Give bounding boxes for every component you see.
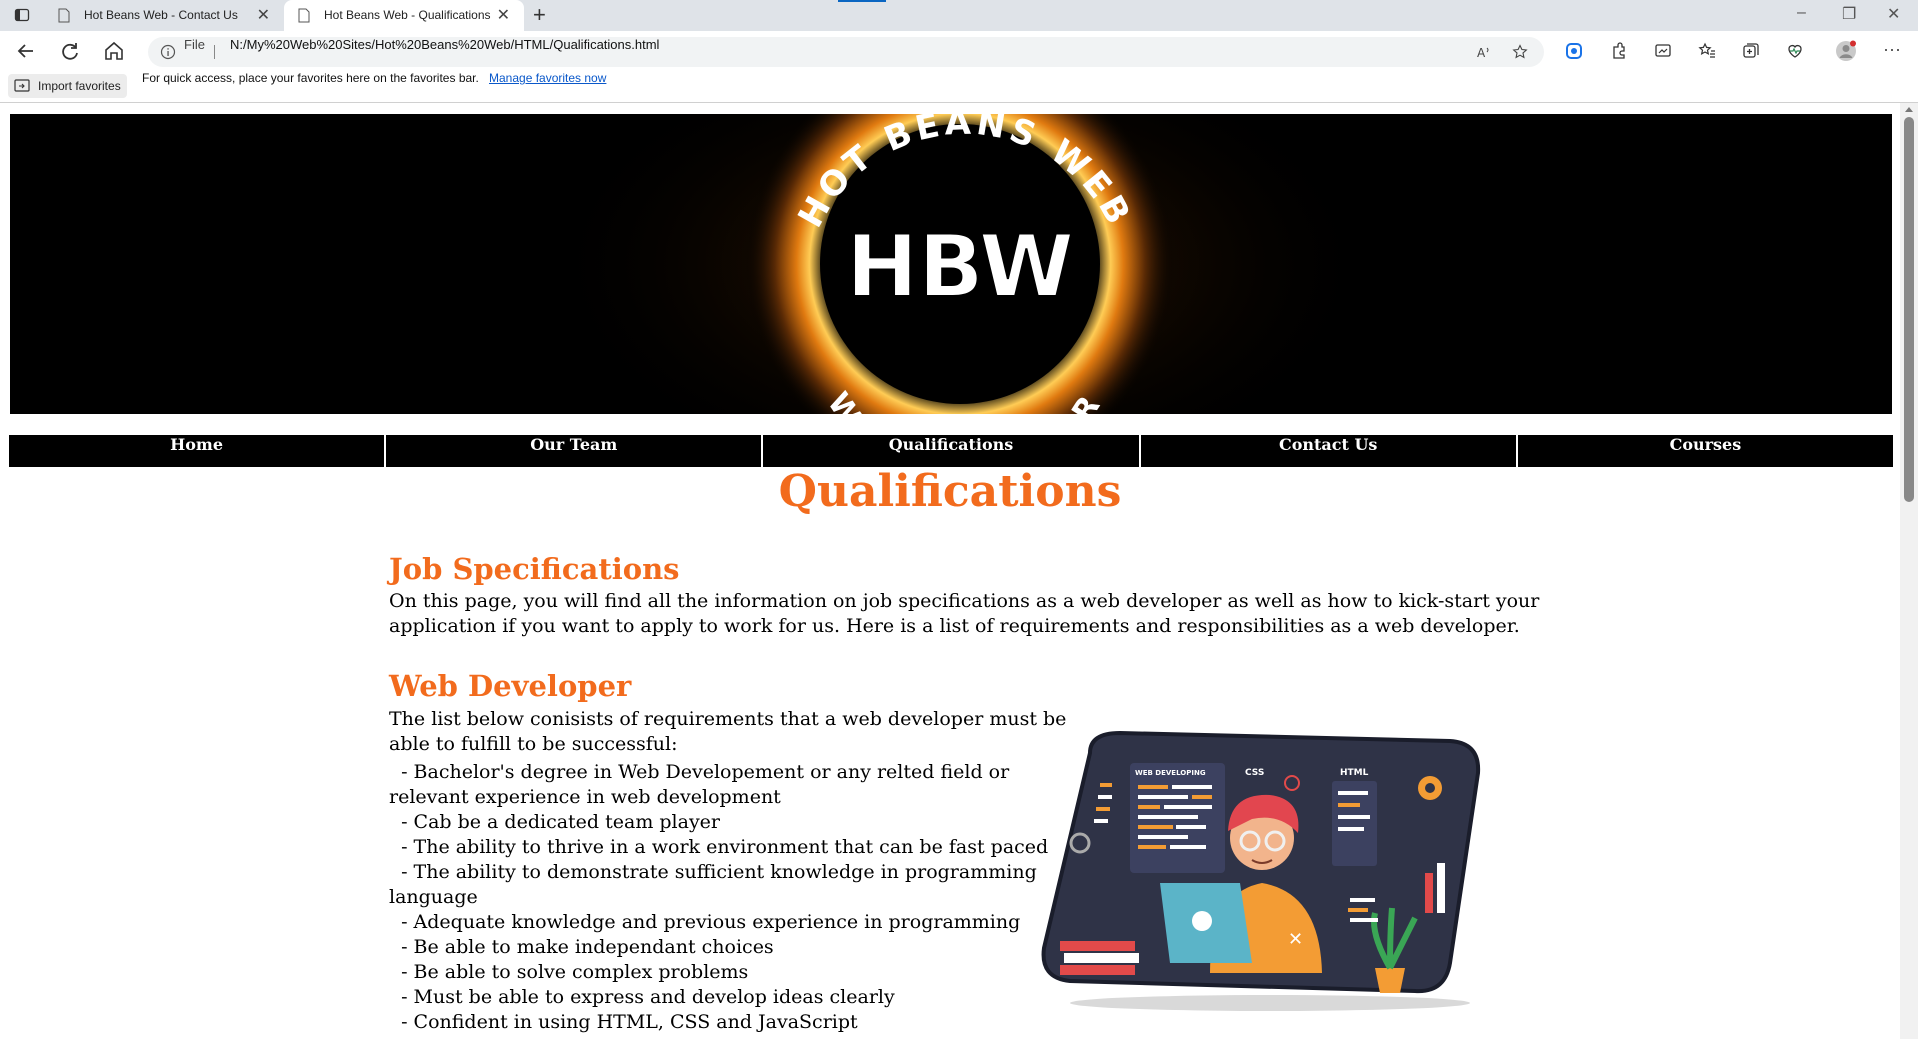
collections-icon[interactable]: [1742, 42, 1760, 60]
tab-actions-icon[interactable]: [14, 7, 30, 23]
favorite-star-icon[interactable]: [1512, 44, 1528, 60]
address-scheme-label: File: [184, 37, 205, 52]
address-separator: [214, 45, 215, 59]
tab-title: Hot Beans Web - Contact Us: [84, 8, 238, 22]
site-banner: HOT BEANS WEB WEB DEVELOPER HBW: [10, 114, 1892, 414]
extensions-icon[interactable]: [1610, 42, 1628, 60]
close-icon[interactable]: ✕: [497, 0, 510, 31]
list-item: - The ability to thrive in a work enviro…: [389, 836, 1049, 858]
main-navigation: Home Our Team Qualifications Contact Us …: [9, 435, 1894, 467]
scroll-up-arrow-icon[interactable]: [1905, 107, 1913, 112]
close-icon[interactable]: ✕: [257, 0, 270, 31]
address-bar[interactable]: File N:/My%20Web%20Sites/Hot%20Beans%20W…: [148, 37, 1544, 67]
read-aloud-icon[interactable]: A: [1476, 44, 1492, 60]
illustration-label-html: HTML: [1340, 768, 1369, 778]
manage-favorites-link[interactable]: Manage favorites now: [489, 71, 606, 85]
list-item: - Be able to solve complex problems: [389, 961, 749, 983]
nav-home[interactable]: Home: [9, 435, 385, 467]
list-item: relevant experience in web development: [389, 786, 781, 808]
import-favorites-button[interactable]: Import favorites: [8, 74, 127, 98]
browser-toolbar: File N:/My%20Web%20Sites/Hot%20Beans%20W…: [0, 31, 1918, 71]
settings-more-icon[interactable]: ⋯: [1883, 40, 1901, 61]
requirements-list: - Bachelor's degree in Web Developement …: [389, 760, 1049, 1035]
list-item: language: [389, 886, 478, 908]
list-item: - Bachelor's degree in Web Developement …: [389, 761, 1010, 783]
illustration-label-css: CSS: [1245, 768, 1264, 778]
tab-title: Hot Beans Web - Qualifications: [324, 8, 491, 22]
favorites-bar: Import favorites For quick access, place…: [0, 71, 1918, 103]
page-icon: [298, 8, 310, 23]
web-dev-intro-2: able to fulfill to be successful:: [389, 733, 678, 755]
copilot-icon[interactable]: [1565, 42, 1583, 60]
list-item: - Be able to make independant choices: [389, 936, 774, 958]
job-spec-line-2: application if you want to apply to work…: [389, 615, 1520, 637]
svg-text:✕: ✕: [1288, 929, 1303, 950]
scroll-thumb[interactable]: [1904, 117, 1914, 502]
nav-contact-us[interactable]: Contact Us: [1140, 435, 1516, 467]
illustration-label-web: WEB DEVELOPING: [1135, 769, 1206, 777]
window-close-icon[interactable]: ✕: [1887, 4, 1900, 24]
nav-our-team[interactable]: Our Team: [386, 435, 762, 467]
home-icon[interactable]: [102, 39, 126, 63]
svg-text:A: A: [1477, 46, 1486, 60]
back-icon[interactable]: [14, 39, 38, 63]
list-item: - The ability to demonstrate sufficient …: [389, 861, 1037, 883]
nav-qualifications[interactable]: Qualifications: [763, 435, 1139, 467]
refresh-icon[interactable]: [58, 39, 82, 63]
performance-icon[interactable]: [1786, 42, 1804, 60]
info-icon[interactable]: [160, 44, 176, 60]
list-item: - Adequate knowledge and previous experi…: [389, 911, 1021, 933]
page-viewport: HOT BEANS WEB WEB DEVELOPER HBW Home Our…: [0, 103, 1900, 1039]
minimize-icon[interactable]: –: [1797, 4, 1806, 22]
list-item: - Confident in using HTML, CSS and JavaS…: [389, 1011, 858, 1033]
page-scrollbar[interactable]: [1900, 103, 1918, 1039]
page-icon: [58, 8, 70, 23]
tab-qualifications[interactable]: Hot Beans Web - Qualifications ✕: [284, 0, 524, 31]
web-dev-intro-1: The list below conisists of requirements…: [389, 708, 1067, 730]
web-developer-illustration: WEB DEVELOPING CSS HTML ✕: [1041, 730, 1481, 1011]
new-tab-icon[interactable]: +: [533, 2, 546, 28]
list-item: - Must be able to express and develop id…: [389, 986, 895, 1008]
browser-tab-bar: Hot Beans Web - Contact Us ✕ Hot Beans W…: [0, 0, 1918, 31]
list-item: - Cab be a dedicated team player: [389, 811, 721, 833]
url-text[interactable]: N:/My%20Web%20Sites/Hot%20Beans%20Web/HT…: [230, 37, 659, 52]
cast-icon[interactable]: [1654, 42, 1672, 60]
favorites-icon[interactable]: [1698, 42, 1716, 60]
tab-contact-us[interactable]: Hot Beans Web - Contact Us ✕: [44, 0, 284, 31]
loading-indicator: [838, 0, 886, 2]
page-title: Qualifications: [778, 466, 1122, 517]
logo-initials: HBW: [846, 217, 1074, 317]
hbw-logo: HOT BEANS WEB WEB DEVELOPER HBW: [540, 114, 1380, 414]
favorites-bar-message: For quick access, place your favorites h…: [142, 71, 479, 85]
profile-avatar-icon[interactable]: [1835, 40, 1857, 62]
nav-courses[interactable]: Courses: [1517, 435, 1894, 467]
restore-icon[interactable]: ❐: [1842, 4, 1856, 24]
web-developer-heading: Web Developer: [389, 669, 632, 703]
import-icon: [14, 79, 30, 92]
import-favorites-label: Import favorites: [38, 79, 121, 93]
job-spec-line-1: On this page, you will find all the info…: [389, 590, 1540, 612]
job-specifications-heading: Job Specifications: [389, 552, 680, 586]
